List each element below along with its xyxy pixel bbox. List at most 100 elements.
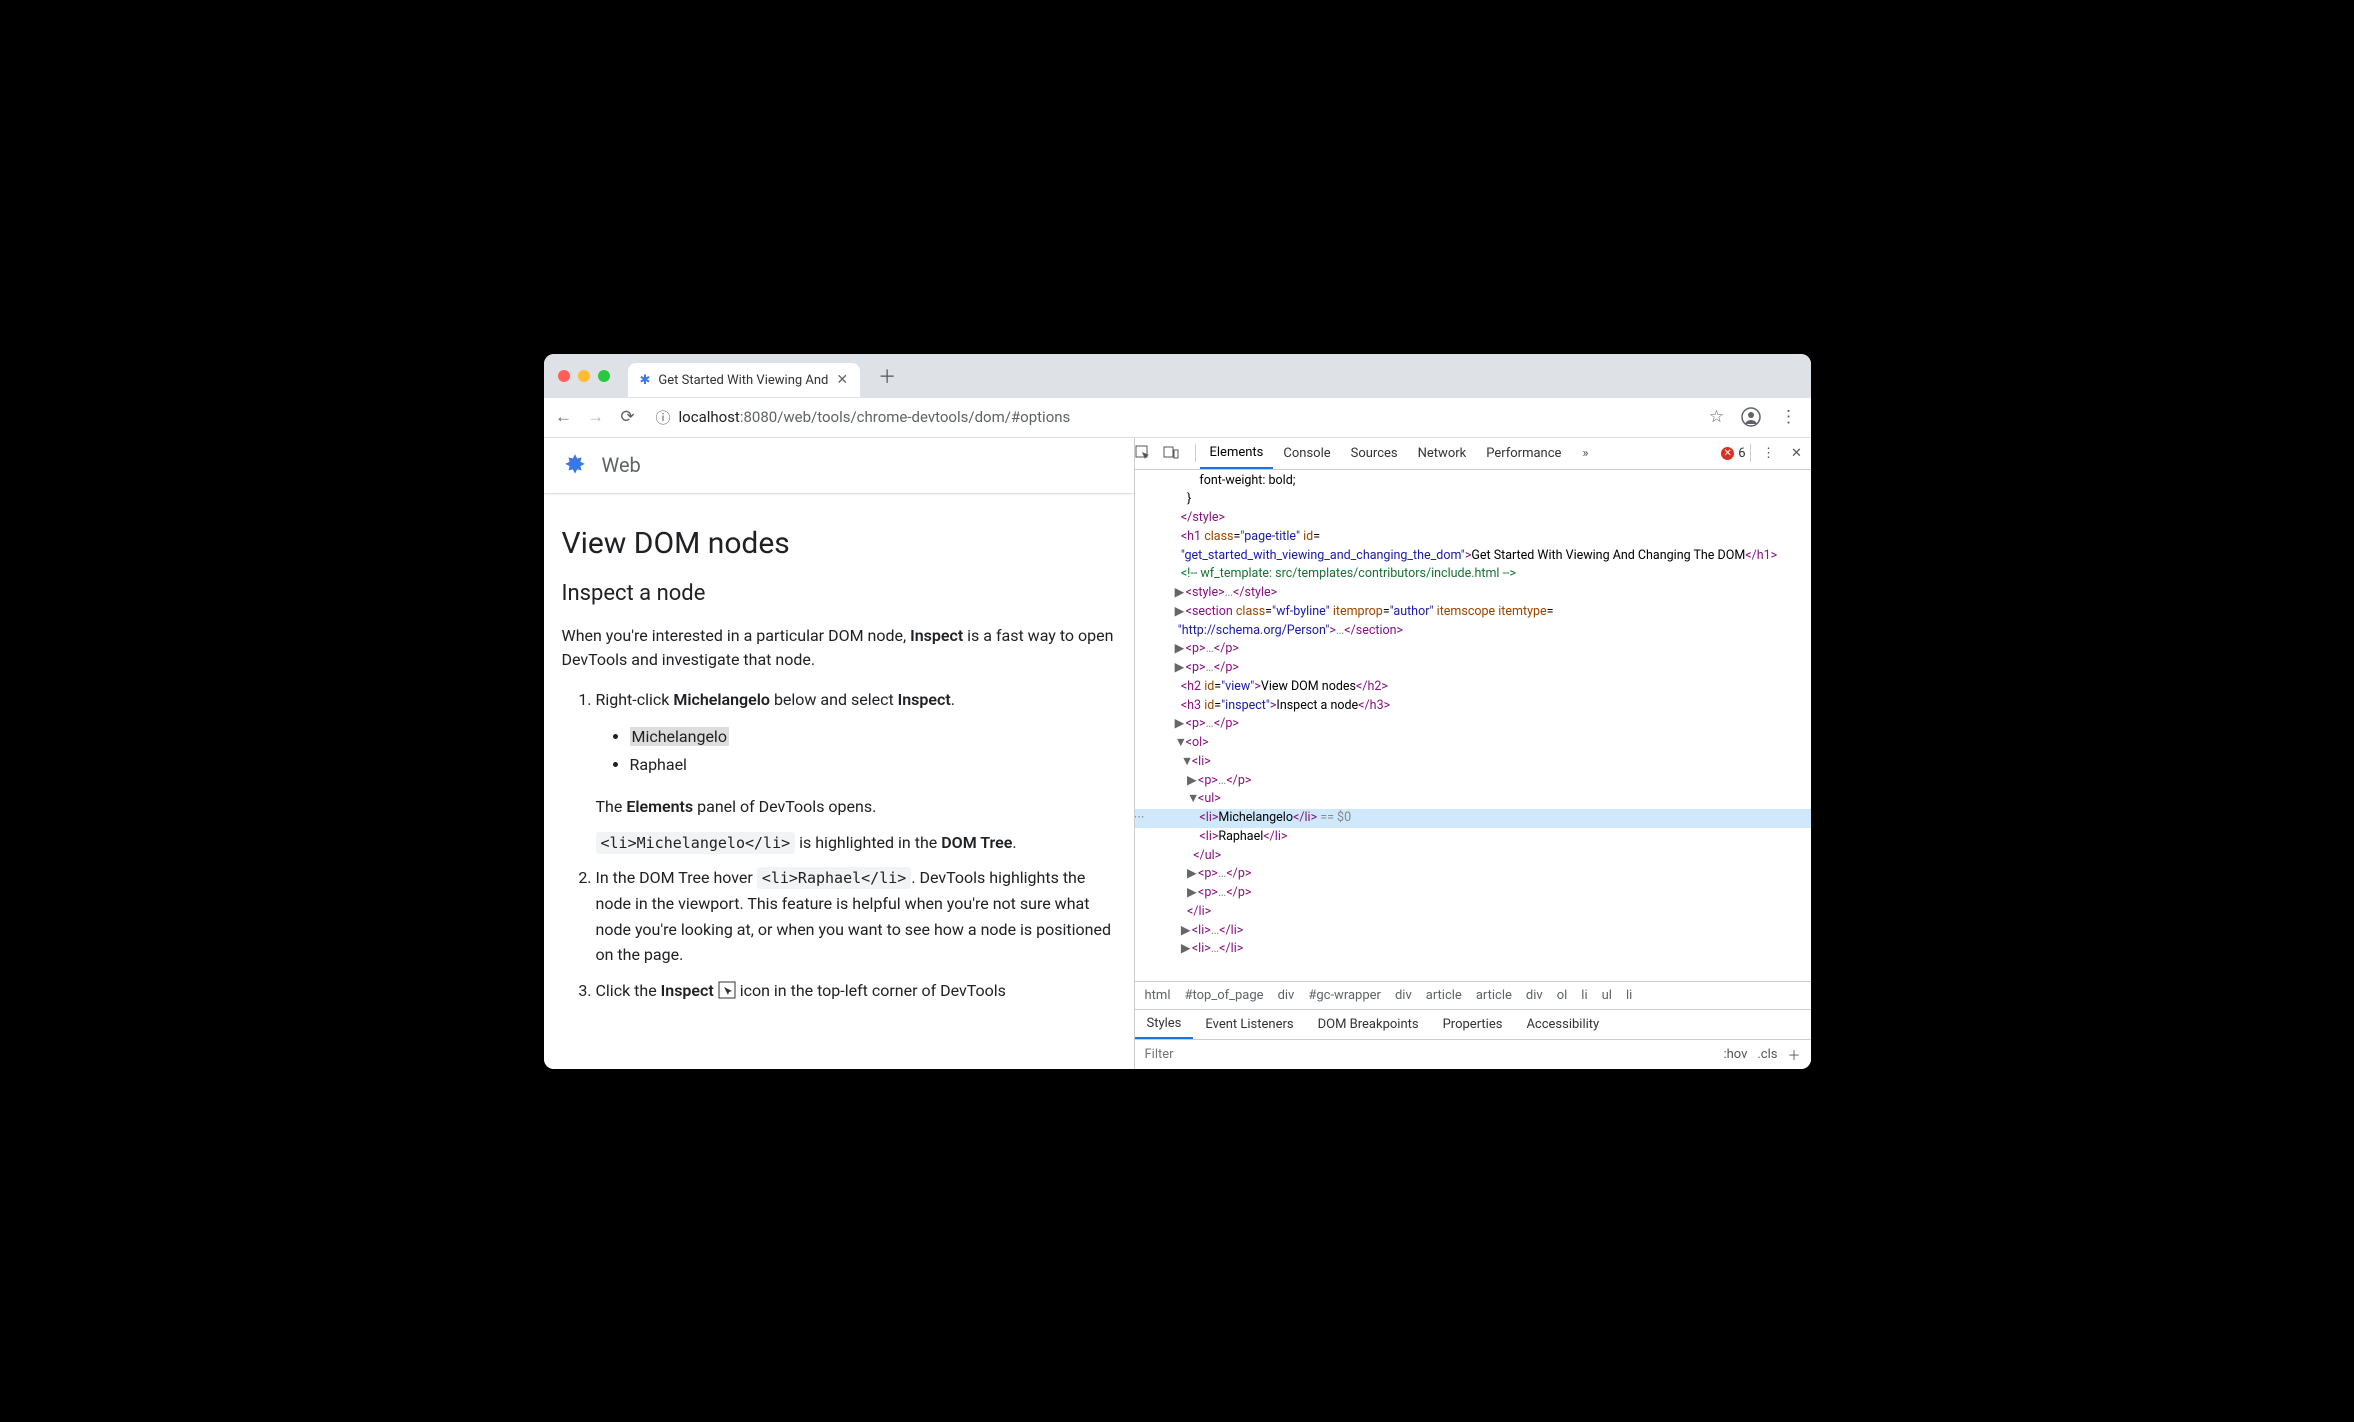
dom-line[interactable]: ▶<p>…</p> [1135,659,1811,678]
hov-toggle[interactable]: :hov [1723,1047,1747,1062]
tab-elements[interactable]: Elements [1200,438,1274,470]
dom-line[interactable]: <h3 id="inspect">Inspect a node</h3> [1135,697,1811,716]
devtools-close-icon[interactable]: ✕ [1783,446,1811,461]
dom-line[interactable]: "get_started_with_viewing_and_changing_t… [1135,547,1811,566]
tab-network[interactable]: Network [1408,438,1477,470]
dom-line[interactable]: <h1 class="page-title" id= [1135,528,1811,547]
dom-line[interactable]: <h2 id="view">View DOM nodes</h2> [1135,678,1811,697]
breadcrumb-item[interactable]: article [1476,988,1512,1003]
dom-line[interactable]: </style> [1135,509,1811,528]
list-item[interactable]: Raphael [630,751,1116,780]
dom-line[interactable]: ▶<p>…</p> [1135,884,1811,903]
tab-sources[interactable]: Sources [1341,438,1408,470]
dom-line[interactable]: ▼<ol> [1135,734,1811,753]
dom-tree[interactable]: font-weight: bold; } </style> <h1 class=… [1135,470,1811,981]
dom-line[interactable]: ▶<p>…</p> [1135,715,1811,734]
url-text: localhost:8080/web/tools/chrome-devtools… [679,408,1071,426]
dom-line[interactable]: <li>Raphael</li> [1135,828,1811,847]
breadcrumb-item[interactable]: li [1581,988,1587,1003]
star-icon[interactable]: ☆ [1705,407,1729,427]
new-style-rule-icon[interactable]: ＋ [1787,1045,1800,1064]
dom-line-selected[interactable]: <li>Michelangelo</li> == $0 [1135,809,1811,828]
device-mode-icon[interactable] [1163,445,1191,461]
subtab-event-listeners[interactable]: Event Listeners [1193,1009,1305,1039]
step-text: The Elements panel of DevTools opens. [596,794,1116,820]
reload-button[interactable]: ⟳ [618,407,638,427]
tab-close-icon[interactable]: ✕ [836,372,848,388]
cls-toggle[interactable]: .cls [1757,1047,1777,1062]
dom-line[interactable]: ▼<li> [1135,753,1811,772]
step-text: <li>Michelangelo</li> is highlighted in … [596,830,1116,856]
site-label: Web [602,453,641,477]
breadcrumb-item[interactable]: div [1526,988,1543,1003]
dom-line[interactable]: ▶<li>…</li> [1135,922,1811,941]
devtools-panel: Elements Console Sources Network Perform… [1134,438,1811,1069]
breadcrumb-item[interactable]: html [1145,988,1171,1003]
styles-filter-input[interactable] [1145,1047,1714,1062]
breadcrumb-item[interactable]: ol [1557,988,1568,1003]
page-viewport: Web View DOM nodes Inspect a node When y… [544,438,1134,1069]
dom-line[interactable]: ▶<style>…</style> [1135,584,1811,603]
favicon-icon: ✱ [640,373,651,388]
traffic-lights [558,370,610,382]
breadcrumb-item[interactable]: div [1278,988,1295,1003]
menu-icon[interactable]: ⋮ [1777,407,1801,427]
dom-line[interactable]: } [1135,490,1811,509]
subtab-styles[interactable]: Styles [1135,1009,1194,1039]
breadcrumb-item[interactable]: li [1626,988,1632,1003]
dom-line[interactable]: ▶<section class="wf-byline" itemprop="au… [1135,603,1811,622]
step-3: Click the Inspect icon in the top-left c… [596,978,1116,1004]
devtools-menu-icon[interactable]: ⋮ [1755,446,1783,461]
page-subheading: Inspect a node [562,581,1116,606]
forward-button[interactable]: → [586,407,606,427]
step-1: Right-click Michelangelo below and selec… [596,687,1116,855]
minimize-window-icon[interactable] [578,370,590,382]
dom-line[interactable]: ▶<li>…</li> [1135,940,1811,959]
subtab-dom-breakpoints[interactable]: DOM Breakpoints [1306,1009,1431,1039]
back-button[interactable]: ← [554,407,574,427]
list-item[interactable]: Michelangelo [630,723,1116,752]
more-tabs-icon[interactable]: » [1571,446,1599,461]
step-2: In the DOM Tree hover <li>Raphael</li>. … [596,865,1116,967]
dom-line[interactable]: <!-- wf_template: src/templates/contribu… [1135,565,1811,584]
dom-line[interactable]: </ul> [1135,847,1811,866]
dom-line[interactable]: ▼<ul> [1135,790,1811,809]
error-indicator[interactable]: ✕6 [1721,446,1745,461]
toolbar: ← → ⟳ ⓘ localhost:8080/web/tools/chrome-… [544,398,1811,438]
article: View DOM nodes Inspect a node When you'r… [544,494,1134,1032]
content-area: Web View DOM nodes Inspect a node When y… [544,438,1811,1069]
dom-breadcrumb: html #top_of_page div #gc-wrapper div ar… [1135,981,1811,1009]
tab-performance[interactable]: Performance [1476,438,1571,470]
url-bar[interactable]: ⓘ localhost:8080/web/tools/chrome-devtoo… [650,407,1693,428]
breadcrumb-item[interactable]: #gc-wrapper [1308,988,1381,1003]
devtools-header: Elements Console Sources Network Perform… [1135,438,1811,470]
tab-title: Get Started With Viewing And [658,373,828,388]
dom-line[interactable]: ▶<p>…</p> [1135,772,1811,791]
breadcrumb-item[interactable]: ul [1602,988,1612,1003]
error-icon: ✕ [1721,447,1734,460]
titlebar: ✱ Get Started With Viewing And ✕ ＋ [544,354,1811,398]
maximize-window-icon[interactable] [598,370,610,382]
subtab-accessibility[interactable]: Accessibility [1514,1009,1611,1039]
steps-list: Right-click Michelangelo below and selec… [562,687,1116,1003]
dom-line[interactable]: font-weight: bold; [1135,472,1811,491]
inspect-element-icon[interactable] [1135,445,1163,461]
breadcrumb-item[interactable]: #top_of_page [1184,988,1263,1003]
dom-line[interactable]: </li> [1135,903,1811,922]
new-tab-button[interactable]: ＋ [878,363,896,389]
dom-line[interactable]: ▶<p>…</p> [1135,640,1811,659]
inspect-icon [718,981,736,999]
page-header: Web [544,438,1134,494]
tab-console[interactable]: Console [1273,438,1340,470]
artists-list: Michelangelo Raphael [596,723,1116,781]
site-logo-icon [562,452,588,478]
browser-tab[interactable]: ✱ Get Started With Viewing And ✕ [628,363,861,397]
subtab-properties[interactable]: Properties [1431,1009,1515,1039]
dom-line[interactable]: ▶<p>…</p> [1135,865,1811,884]
profile-icon[interactable] [1741,407,1765,427]
info-icon[interactable]: ⓘ [656,407,671,428]
close-window-icon[interactable] [558,370,570,382]
breadcrumb-item[interactable]: article [1426,988,1462,1003]
breadcrumb-item[interactable]: div [1395,988,1412,1003]
dom-line[interactable]: "http://schema.org/Person">…</section> [1135,622,1811,641]
